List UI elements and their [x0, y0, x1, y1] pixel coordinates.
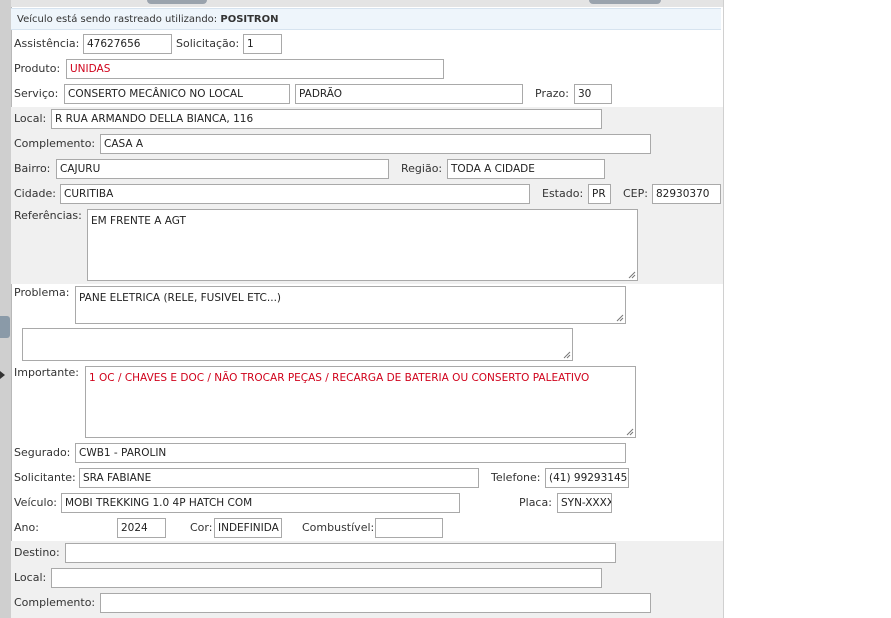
tracking-notice-label: Veículo está sendo rastreado utilizando:	[17, 14, 218, 25]
importante-textarea[interactable]: 1 OC / CHAVES E DOC / NÃO TROCAR PEÇAS /…	[85, 366, 636, 438]
importante-label: Importante:	[14, 366, 80, 379]
ano-field[interactable]: 2024	[117, 518, 166, 538]
prazo-field[interactable]: 30	[574, 84, 612, 104]
complemento-field[interactable]: CASA A	[100, 134, 651, 154]
placa-field[interactable]: SYN-XXXX	[557, 493, 612, 513]
placa-label: Placa:	[519, 496, 552, 509]
complemento-label: Complemento:	[14, 137, 96, 150]
local-destino-field[interactable]	[51, 568, 602, 588]
local-field[interactable]: R RUA ARMANDO DELLA BIANCA, 116	[51, 109, 602, 129]
bairro-label: Bairro:	[14, 162, 51, 175]
ano-label: Ano:	[14, 521, 39, 534]
estado-label: Estado:	[542, 187, 584, 200]
top-button-right[interactable]	[589, 0, 661, 4]
solicitante-field[interactable]: SRA FABIANE	[79, 468, 479, 488]
cep-label: CEP:	[623, 187, 648, 200]
servico-label: Serviço:	[14, 87, 59, 100]
regiao-field[interactable]: TODA A CIDADE	[447, 159, 605, 179]
problema-text: PANE ELETRICA (RELE, FUSIVEL ETC...)	[79, 292, 281, 304]
resize-grip-icon[interactable]	[616, 314, 624, 322]
prazo-label: Prazo:	[535, 87, 569, 100]
referencias-text: EM FRENTE A AGT	[91, 215, 186, 227]
servico-tipo-field[interactable]: PADRÃO	[295, 84, 523, 104]
bairro-field[interactable]: CAJURU	[56, 159, 389, 179]
referencias-textarea[interactable]: EM FRENTE A AGT	[87, 209, 638, 281]
servico-field[interactable]: CONSERTO MECÂNICO NO LOCAL	[64, 84, 290, 104]
complemento-destino-label: Complemento:	[14, 596, 96, 609]
destino-label: Destino:	[14, 546, 60, 559]
observacao-textarea[interactable]	[22, 328, 573, 361]
assistencia-field[interactable]: 47627656	[83, 34, 172, 54]
resize-grip-icon[interactable]	[628, 271, 636, 279]
solicitacao-label: Solicitação:	[176, 37, 240, 50]
expand-arrow-icon[interactable]	[0, 371, 5, 379]
telefone-field[interactable]: (41) 992931458	[545, 468, 629, 488]
local-destino-label: Local:	[14, 571, 47, 584]
collapse-panel-tab[interactable]	[0, 316, 10, 338]
solicitacao-field[interactable]: 1	[243, 34, 282, 54]
destino-field[interactable]	[65, 543, 616, 563]
referencias-label: Referências:	[14, 209, 82, 222]
telefone-label: Telefone:	[491, 471, 541, 484]
combustivel-field[interactable]	[375, 518, 443, 538]
local-label: Local:	[14, 112, 47, 125]
veiculo-label: Veículo:	[14, 496, 58, 509]
resize-grip-icon[interactable]	[626, 428, 634, 436]
produto-label: Produto:	[14, 62, 61, 75]
produto-field[interactable]: UNIDAS	[66, 59, 444, 79]
resize-grip-icon[interactable]	[563, 351, 571, 359]
complemento-destino-field[interactable]	[100, 593, 651, 613]
left-panel-strip	[0, 0, 12, 618]
cidade-field[interactable]: CURITIBA	[60, 184, 530, 204]
cor-label: Cor:	[190, 521, 213, 534]
segurado-label: Segurado:	[14, 446, 71, 459]
top-button-left[interactable]	[147, 0, 207, 4]
tracking-provider: POSITRON	[220, 14, 279, 25]
cidade-label: Cidade:	[14, 187, 56, 200]
cep-field[interactable]: 82930370	[652, 184, 721, 204]
tracking-notice: Veículo está sendo rastreado utilizando:…	[11, 8, 721, 30]
veiculo-field[interactable]: MOBI TREKKING 1.0 4P HATCH COM	[61, 493, 460, 513]
assistencia-label: Assistência:	[14, 37, 80, 50]
problema-label: Problema:	[14, 286, 70, 299]
problema-textarea[interactable]: PANE ELETRICA (RELE, FUSIVEL ETC...)	[75, 286, 626, 324]
importante-text: 1 OC / CHAVES E DOC / NÃO TROCAR PEÇAS /…	[89, 372, 590, 384]
segurado-field[interactable]: CWB1 - PAROLIN	[75, 443, 626, 463]
cor-field[interactable]: INDEFINIDA	[214, 518, 282, 538]
solicitante-label: Solicitante:	[14, 471, 76, 484]
right-divider	[723, 0, 724, 618]
estado-field[interactable]: PR	[588, 184, 611, 204]
regiao-label: Região:	[401, 162, 443, 175]
combustivel-label: Combustível:	[302, 521, 375, 534]
